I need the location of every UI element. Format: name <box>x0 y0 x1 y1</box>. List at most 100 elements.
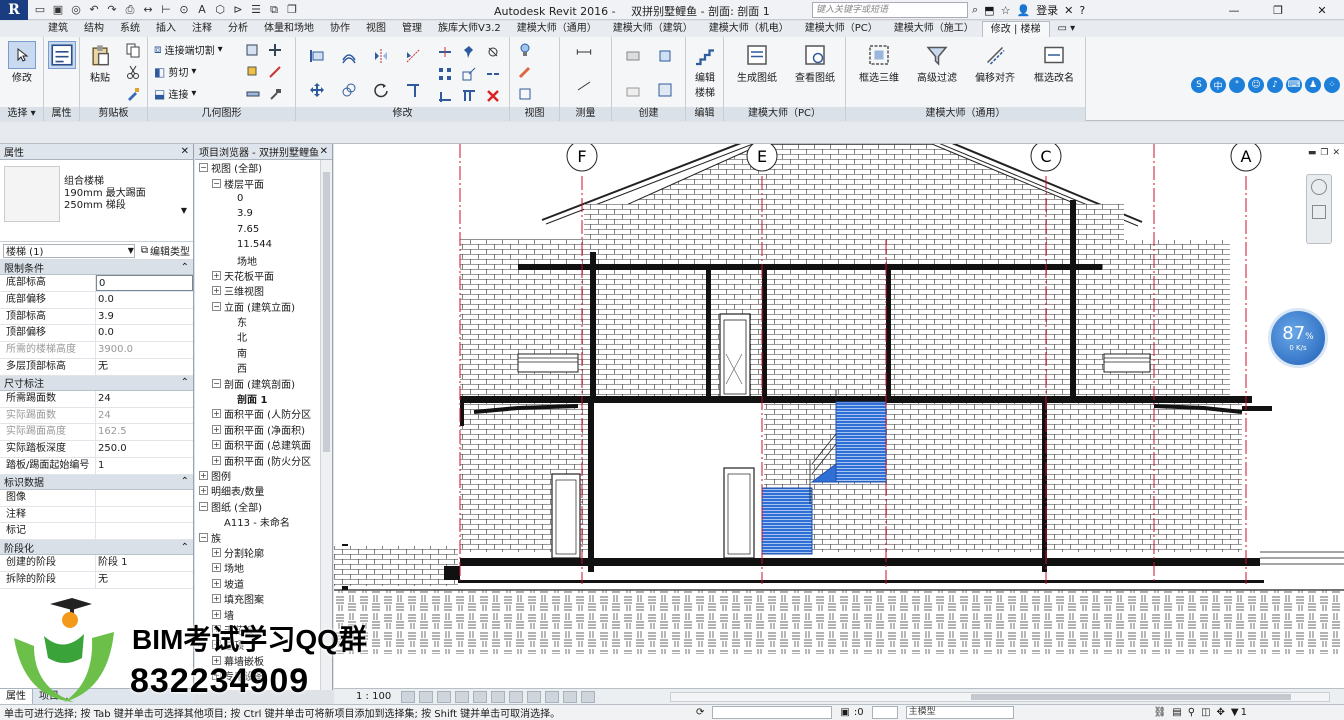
section-drawing[interactable]: F E C A <box>334 144 1344 688</box>
tab-5[interactable]: 分析 <box>220 21 256 37</box>
expand-icon[interactable]: + <box>212 455 221 465</box>
tree-item[interactable]: + 场地 <box>199 560 332 575</box>
tag-icon[interactable]: ⊙ <box>176 3 192 17</box>
move-icon[interactable] <box>304 77 330 103</box>
tree-item[interactable]: + 明细表/数量 <box>199 483 332 498</box>
highlight-displacement-icon[interactable] <box>581 690 596 703</box>
tree-item[interactable]: + 坡道 <box>199 576 332 591</box>
similar-icon[interactable] <box>652 77 678 103</box>
tree-item[interactable]: − 剖面 (建筑剖面) <box>199 375 332 391</box>
expand-icon[interactable]: + <box>212 270 221 280</box>
trim-single-icon[interactable] <box>436 87 454 105</box>
undo-icon[interactable]: ↶ <box>86 3 102 17</box>
tree-item[interactable]: + 面积平面 (净面积) <box>199 422 332 437</box>
expand-icon[interactable]: + <box>212 563 221 573</box>
tray-punct-icon[interactable]: ° <box>1229 77 1245 93</box>
view-close-icon[interactable]: ✕ <box>1332 148 1340 158</box>
wall-joins-icon[interactable] <box>266 41 284 59</box>
3d-view-icon[interactable]: ⬡ <box>212 3 228 17</box>
tab-6[interactable]: 体量和场地 <box>256 21 322 37</box>
expand-icon[interactable]: + <box>212 409 221 419</box>
user-icon[interactable]: 👤 <box>1016 4 1030 17</box>
collapse-icon[interactable]: ⌃ <box>181 377 189 388</box>
tray-emoji-icon[interactable]: ☺ <box>1248 77 1264 93</box>
tree-item[interactable]: − 楼层平面 <box>199 175 332 191</box>
tab-7[interactable]: 协作 <box>322 21 358 37</box>
filter-icon[interactable]: ▼ <box>1231 707 1239 718</box>
subscription-icon[interactable]: ⬒ <box>984 4 994 17</box>
tree-item[interactable]: + 天花板平面 <box>199 268 332 283</box>
align-geometry-icon[interactable] <box>244 85 262 103</box>
temporary-hide-icon[interactable] <box>527 690 542 703</box>
hammer-icon[interactable] <box>266 85 284 103</box>
drag-on-select-icon[interactable]: ✥ <box>1217 707 1225 718</box>
exchange-icon[interactable]: ✕ <box>1064 4 1073 17</box>
view-scale[interactable]: 1 : 100 <box>356 691 391 702</box>
box-rename-button[interactable]: 框选改名 <box>1026 41 1082 84</box>
cut-icon[interactable] <box>124 63 142 81</box>
close-hidden-icon[interactable]: ⧉ <box>266 3 282 17</box>
tray-mic-icon[interactable]: ♪ <box>1267 77 1283 93</box>
expand-icon[interactable]: + <box>212 578 221 588</box>
cut-button[interactable]: ◧ 剪切 ▾ <box>154 64 196 80</box>
render-icon[interactable] <box>473 690 488 703</box>
tab-12[interactable]: 建模大师（建筑） <box>605 21 701 37</box>
tab-11[interactable]: 建模大师（通用） <box>509 21 605 37</box>
tree-item[interactable]: − 视图 (全部) <box>199 160 332 175</box>
create-part-icon[interactable] <box>620 43 646 69</box>
tree-item[interactable]: − 图纸 (全部) <box>199 499 332 514</box>
collapse-icon[interactable]: − <box>212 178 221 188</box>
collapse-icon[interactable]: − <box>199 501 208 511</box>
thin-lines-icon[interactable]: ☰ <box>248 3 264 17</box>
tab-10[interactable]: 族库大师V3.2 <box>430 21 509 37</box>
minimize-icon[interactable]: — <box>1212 0 1256 20</box>
tab-4[interactable]: 注释 <box>184 21 220 37</box>
navigation-bar[interactable] <box>1306 174 1332 244</box>
close-icon[interactable]: ✕ <box>320 146 328 157</box>
tree-item[interactable]: 场地 <box>199 252 332 268</box>
override-graphics-icon[interactable] <box>516 63 534 81</box>
redo-icon[interactable]: ↷ <box>104 3 120 17</box>
property-value-field[interactable] <box>96 523 193 539</box>
tray-grid-icon[interactable]: ⁘ <box>1324 77 1340 93</box>
tree-item[interactable]: 3.9 <box>199 206 332 221</box>
collapse-icon[interactable]: − <box>199 532 208 542</box>
print-icon[interactable]: ⎙ <box>122 3 138 17</box>
view-restore-icon[interactable]: ❐ <box>1320 148 1328 158</box>
tray-zh-icon[interactable]: 中 <box>1210 77 1226 93</box>
section-icon[interactable]: ⊳ <box>230 3 246 17</box>
property-value-field[interactable]: 24 <box>96 391 193 407</box>
property-value-field[interactable]: 0.0 <box>96 292 193 308</box>
match-properties-icon[interactable] <box>124 85 142 103</box>
edit-stair-button[interactable]: 编辑 楼梯 <box>689 41 721 99</box>
tree-item[interactable]: − 立面 (建筑立面) <box>199 299 332 314</box>
close-icon[interactable]: ✕ <box>1300 0 1344 20</box>
tab-8[interactable]: 视图 <box>358 21 394 37</box>
property-group-header[interactable]: 阶段化 ⌃ <box>0 540 193 556</box>
analytical-model-icon[interactable] <box>563 690 578 703</box>
tree-item[interactable]: + 面积平面 (人防分区 <box>199 406 332 421</box>
copy-icon[interactable] <box>124 41 142 59</box>
canvas-horizontal-scrollbar[interactable] <box>670 692 1330 702</box>
tree-item[interactable]: + 面积平面 (防火分区 <box>199 452 332 468</box>
instance-filter-dropdown[interactable]: 楼梯 (1) ▼ <box>3 243 135 258</box>
expand-icon[interactable]: + <box>199 471 208 480</box>
property-value-field[interactable]: 无 <box>96 572 193 588</box>
tray-s-icon[interactable]: S <box>1191 77 1207 93</box>
select-by-face-icon[interactable]: ◫ <box>1201 707 1210 718</box>
network-speed-badge[interactable]: 87% 0 K/s <box>1268 308 1328 368</box>
close-icon[interactable]: ✕ <box>181 146 189 157</box>
copy-element-icon[interactable] <box>336 77 362 103</box>
array-icon[interactable] <box>436 65 454 83</box>
panel-label-select[interactable]: 选择 ▾ <box>0 107 43 121</box>
text-icon[interactable]: A <box>194 3 210 17</box>
tree-item[interactable]: + 三维视图 <box>199 283 332 298</box>
property-value-field[interactable] <box>96 490 193 506</box>
tab-0[interactable]: 建筑 <box>40 21 76 37</box>
align-icon[interactable] <box>304 43 330 69</box>
paste-button[interactable]: 粘贴 <box>86 41 114 84</box>
property-value-field[interactable]: 3.9 <box>96 309 193 325</box>
revit-logo-icon[interactable]: R <box>0 0 28 20</box>
offset-align-button[interactable]: 偏移对齐 <box>968 41 1022 84</box>
linework-icon[interactable] <box>516 85 534 103</box>
